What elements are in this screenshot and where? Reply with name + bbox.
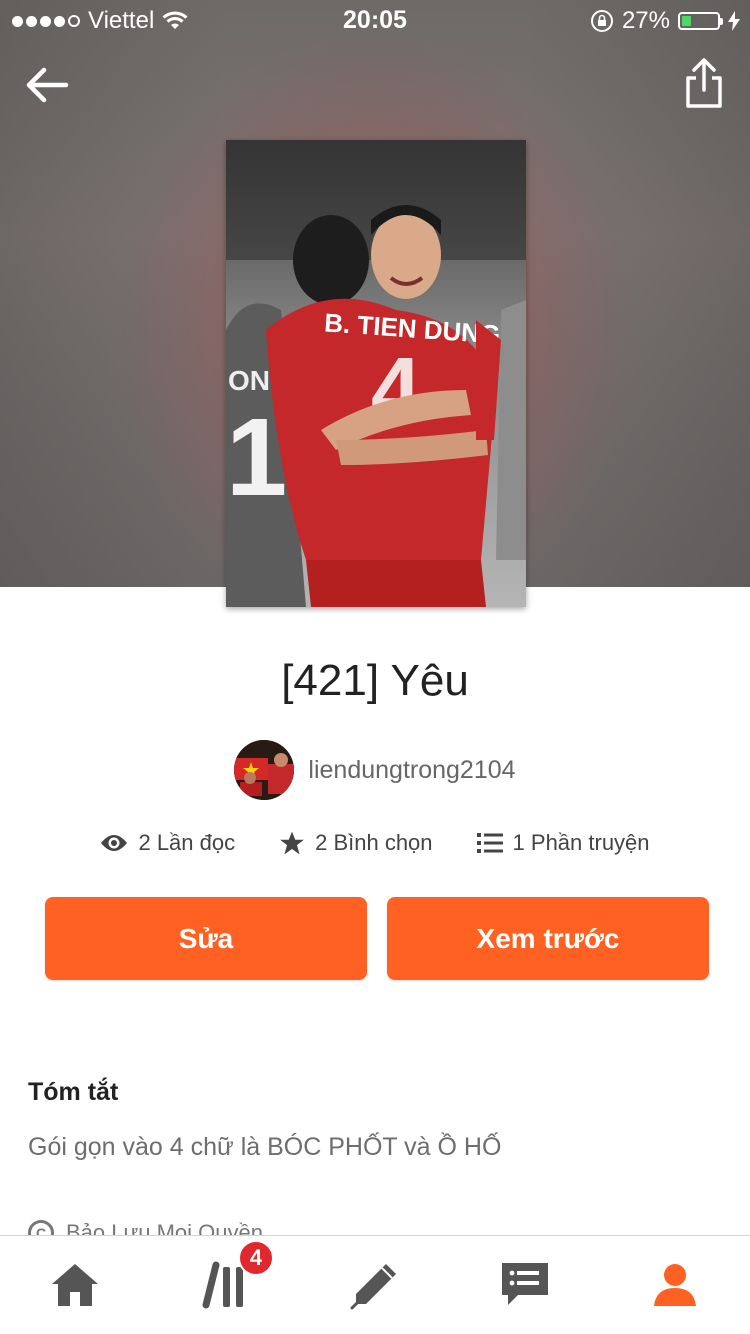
pencil-icon	[350, 1264, 396, 1310]
author-link[interactable]: liendungtrong2104	[0, 740, 750, 800]
summary-heading: Tóm tắt	[28, 1078, 119, 1106]
author-username[interactable]: liendungtrong2104	[308, 756, 515, 785]
eye-icon	[101, 835, 128, 851]
parts-count: 1 Phần truyện	[512, 830, 650, 855]
back-arrow-icon	[26, 67, 69, 103]
cover-photo: ONG DI 12 B. TIEN DUNG 4	[226, 140, 526, 607]
bottom-tab-bar: 4	[0, 1235, 750, 1334]
user-icon	[654, 1264, 696, 1306]
share-icon	[686, 58, 722, 108]
back-button[interactable]	[22, 60, 72, 110]
tab-messages[interactable]	[450, 1236, 600, 1334]
preview-button[interactable]: Xem trước	[387, 897, 709, 980]
avatar[interactable]	[234, 740, 295, 800]
summary-text: Gói gọn vào 4 chữ là BÓC PHỐT và Ồ HỐ	[28, 1133, 502, 1161]
story-title: [421] Yêu	[281, 656, 469, 705]
tab-profile[interactable]	[600, 1236, 750, 1334]
tab-library[interactable]: 4	[150, 1236, 300, 1334]
list-icon	[476, 833, 503, 853]
votes-count: 2 Bình chọn	[315, 830, 433, 855]
votes-stat: 2 Bình chọn	[279, 830, 433, 856]
rotation-lock-icon	[590, 10, 613, 32]
battery-icon	[678, 12, 723, 30]
library-badge: 4	[238, 1240, 274, 1276]
battery-percent: 27%	[621, 7, 670, 34]
tab-home[interactable]	[0, 1236, 150, 1334]
charging-icon	[728, 11, 740, 31]
story-cover-image[interactable]: ONG DI 12 B. TIEN DUNG 4	[226, 140, 526, 607]
status-right: 27%	[590, 7, 740, 35]
tab-write[interactable]	[300, 1236, 450, 1334]
reads-stat: 2 Lần đọc	[100, 830, 235, 856]
status-bar: Viettel 20:05 27%	[0, 0, 750, 40]
avatar-image	[234, 740, 295, 800]
story-stats: 2 Lần đọc 2 Bình chọn 1 Phần truyện	[0, 830, 750, 856]
edit-button[interactable]: Sửa	[45, 897, 367, 980]
home-icon	[52, 1264, 98, 1306]
parts-stat: 1 Phần truyện	[476, 830, 650, 856]
star-icon	[280, 831, 305, 855]
chat-icon	[502, 1263, 548, 1305]
share-button[interactable]	[682, 56, 726, 112]
reads-count: 2 Lần đọc	[138, 830, 236, 855]
